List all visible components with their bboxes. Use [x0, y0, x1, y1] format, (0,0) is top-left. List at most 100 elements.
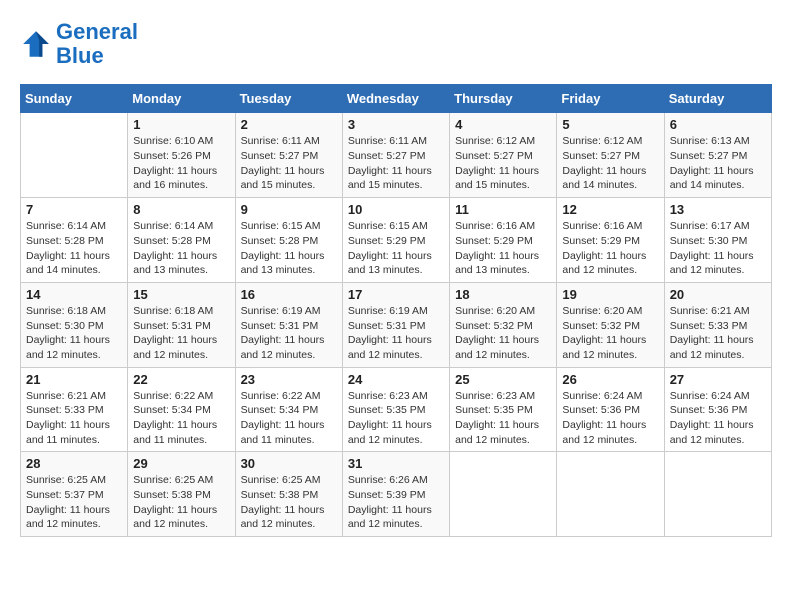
day-number: 3 [348, 117, 444, 132]
logo: General Blue [20, 20, 138, 68]
day-info: Sunrise: 6:20 AMSunset: 5:32 PMDaylight:… [455, 304, 551, 363]
calendar-header-row: SundayMondayTuesdayWednesdayThursdayFrid… [21, 85, 772, 113]
day-number: 25 [455, 372, 551, 387]
column-header-monday: Monday [128, 85, 235, 113]
calendar-cell: 3 Sunrise: 6:11 AMSunset: 5:27 PMDaylight… [342, 113, 449, 198]
calendar-week-row: 1 Sunrise: 6:10 AMSunset: 5:26 PMDaylight… [21, 113, 772, 198]
calendar-cell: 16 Sunrise: 6:19 AMSunset: 5:31 PMDayligh… [235, 282, 342, 367]
column-header-friday: Friday [557, 85, 664, 113]
day-info: Sunrise: 6:10 AMSunset: 5:26 PMDaylight:… [133, 134, 229, 193]
day-info: Sunrise: 6:15 AMSunset: 5:29 PMDaylight:… [348, 219, 444, 278]
calendar-cell: 13 Sunrise: 6:17 AMSunset: 5:30 PMDayligh… [664, 198, 771, 283]
day-info: Sunrise: 6:21 AMSunset: 5:33 PMDaylight:… [670, 304, 766, 363]
day-number: 17 [348, 287, 444, 302]
calendar-cell: 27 Sunrise: 6:24 AMSunset: 5:36 PMDayligh… [664, 367, 771, 452]
calendar-cell: 6 Sunrise: 6:13 AMSunset: 5:27 PMDaylight… [664, 113, 771, 198]
calendar-cell: 15 Sunrise: 6:18 AMSunset: 5:31 PMDayligh… [128, 282, 235, 367]
calendar-cell [664, 452, 771, 537]
day-number: 20 [670, 287, 766, 302]
day-number: 26 [562, 372, 658, 387]
calendar-week-row: 28 Sunrise: 6:25 AMSunset: 5:37 PMDayligh… [21, 452, 772, 537]
day-number: 15 [133, 287, 229, 302]
day-number: 16 [241, 287, 337, 302]
calendar-week-row: 7 Sunrise: 6:14 AMSunset: 5:28 PMDaylight… [21, 198, 772, 283]
calendar-week-row: 21 Sunrise: 6:21 AMSunset: 5:33 PMDayligh… [21, 367, 772, 452]
day-number: 5 [562, 117, 658, 132]
day-number: 8 [133, 202, 229, 217]
calendar-cell: 23Sunrise: 6:22 AMSunset: 5:34 PMDayligh… [235, 367, 342, 452]
calendar-body: 1 Sunrise: 6:10 AMSunset: 5:26 PMDaylight… [21, 113, 772, 537]
day-number: 29 [133, 456, 229, 471]
calendar-cell: 5 Sunrise: 6:12 AMSunset: 5:27 PMDaylight… [557, 113, 664, 198]
day-info: Sunrise: 6:11 AMSunset: 5:27 PMDaylight:… [241, 134, 337, 193]
day-number: 28 [26, 456, 122, 471]
day-info: Sunrise: 6:15 AMSunset: 5:28 PMDaylight:… [241, 219, 337, 278]
calendar-cell: 20 Sunrise: 6:21 AMSunset: 5:33 PMDayligh… [664, 282, 771, 367]
calendar-cell: 30 Sunrise: 6:25 AMSunset: 5:38 PMDayligh… [235, 452, 342, 537]
day-info: Sunrise: 6:14 AMSunset: 5:28 PMDaylight:… [133, 219, 229, 278]
calendar-cell: 8 Sunrise: 6:14 AMSunset: 5:28 PMDaylight… [128, 198, 235, 283]
day-info: Sunrise: 6:24 AMSunset: 5:36 PMDaylight:… [670, 389, 766, 448]
calendar-cell: 2 Sunrise: 6:11 AMSunset: 5:27 PMDaylight… [235, 113, 342, 198]
calendar-cell: 11Sunrise: 6:16 AMSunset: 5:29 PMDayligh… [450, 198, 557, 283]
calendar-cell: 21 Sunrise: 6:21 AMSunset: 5:33 PMDayligh… [21, 367, 128, 452]
calendar-cell [450, 452, 557, 537]
day-info: Sunrise: 6:19 AMSunset: 5:31 PMDaylight:… [241, 304, 337, 363]
calendar-cell: 1 Sunrise: 6:10 AMSunset: 5:26 PMDaylight… [128, 113, 235, 198]
day-number: 21 [26, 372, 122, 387]
day-number: 9 [241, 202, 337, 217]
day-info: Sunrise: 6:18 AMSunset: 5:31 PMDaylight:… [133, 304, 229, 363]
day-number: 30 [241, 456, 337, 471]
calendar-cell: 25 Sunrise: 6:23 AMSunset: 5:35 PMDayligh… [450, 367, 557, 452]
calendar-cell: 24 Sunrise: 6:23 AMSunset: 5:35 PMDayligh… [342, 367, 449, 452]
day-info: Sunrise: 6:12 AMSunset: 5:27 PMDaylight:… [455, 134, 551, 193]
day-number: 7 [26, 202, 122, 217]
day-info: Sunrise: 6:19 AMSunset: 5:31 PMDaylight:… [348, 304, 444, 363]
day-number: 24 [348, 372, 444, 387]
day-number: 1 [133, 117, 229, 132]
day-info: Sunrise: 6:12 AMSunset: 5:27 PMDaylight:… [562, 134, 658, 193]
day-number: 6 [670, 117, 766, 132]
calendar-cell: 31 Sunrise: 6:26 AMSunset: 5:39 PMDayligh… [342, 452, 449, 537]
day-info: Sunrise: 6:21 AMSunset: 5:33 PMDaylight:… [26, 389, 122, 448]
day-info: Sunrise: 6:23 AMSunset: 5:35 PMDaylight:… [348, 389, 444, 448]
page-header: General Blue [20, 20, 772, 68]
day-number: 2 [241, 117, 337, 132]
calendar-cell [21, 113, 128, 198]
calendar-cell: 26 Sunrise: 6:24 AMSunset: 5:36 PMDayligh… [557, 367, 664, 452]
day-info: Sunrise: 6:11 AMSunset: 5:27 PMDaylight:… [348, 134, 444, 193]
calendar-cell [557, 452, 664, 537]
day-info: Sunrise: 6:17 AMSunset: 5:30 PMDaylight:… [670, 219, 766, 278]
day-info: Sunrise: 6:20 AMSunset: 5:32 PMDaylight:… [562, 304, 658, 363]
day-number: 10 [348, 202, 444, 217]
calendar-cell: 12Sunrise: 6:16 AMSunset: 5:29 PMDayligh… [557, 198, 664, 283]
day-info: Sunrise: 6:25 AMSunset: 5:37 PMDaylight:… [26, 473, 122, 532]
calendar-cell: 28 Sunrise: 6:25 AMSunset: 5:37 PMDayligh… [21, 452, 128, 537]
day-info: Sunrise: 6:18 AMSunset: 5:30 PMDaylight:… [26, 304, 122, 363]
logo-text: General Blue [56, 20, 138, 68]
calendar-table: SundayMondayTuesdayWednesdayThursdayFrid… [20, 84, 772, 537]
column-header-saturday: Saturday [664, 85, 771, 113]
day-info: Sunrise: 6:23 AMSunset: 5:35 PMDaylight:… [455, 389, 551, 448]
day-number: 19 [562, 287, 658, 302]
calendar-cell: 14 Sunrise: 6:18 AMSunset: 5:30 PMDayligh… [21, 282, 128, 367]
day-number: 22 [133, 372, 229, 387]
day-info: Sunrise: 6:13 AMSunset: 5:27 PMDaylight:… [670, 134, 766, 193]
day-number: 14 [26, 287, 122, 302]
day-info: Sunrise: 6:14 AMSunset: 5:28 PMDaylight:… [26, 219, 122, 278]
day-number: 23 [241, 372, 337, 387]
day-info: Sunrise: 6:24 AMSunset: 5:36 PMDaylight:… [562, 389, 658, 448]
calendar-cell: 22 Sunrise: 6:22 AMSunset: 5:34 PMDayligh… [128, 367, 235, 452]
column-header-wednesday: Wednesday [342, 85, 449, 113]
day-info: Sunrise: 6:16 AMSunset: 5:29 PMDaylight:… [562, 219, 658, 278]
day-number: 13 [670, 202, 766, 217]
day-number: 27 [670, 372, 766, 387]
day-info: Sunrise: 6:26 AMSunset: 5:39 PMDaylight:… [348, 473, 444, 532]
column-header-tuesday: Tuesday [235, 85, 342, 113]
day-info: Sunrise: 6:16 AMSunset: 5:29 PMDaylight:… [455, 219, 551, 278]
calendar-week-row: 14 Sunrise: 6:18 AMSunset: 5:30 PMDayligh… [21, 282, 772, 367]
day-info: Sunrise: 6:22 AMSunset: 5:34 PMDaylight:… [133, 389, 229, 448]
day-number: 31 [348, 456, 444, 471]
day-info: Sunrise: 6:25 AMSunset: 5:38 PMDaylight:… [241, 473, 337, 532]
day-number: 18 [455, 287, 551, 302]
